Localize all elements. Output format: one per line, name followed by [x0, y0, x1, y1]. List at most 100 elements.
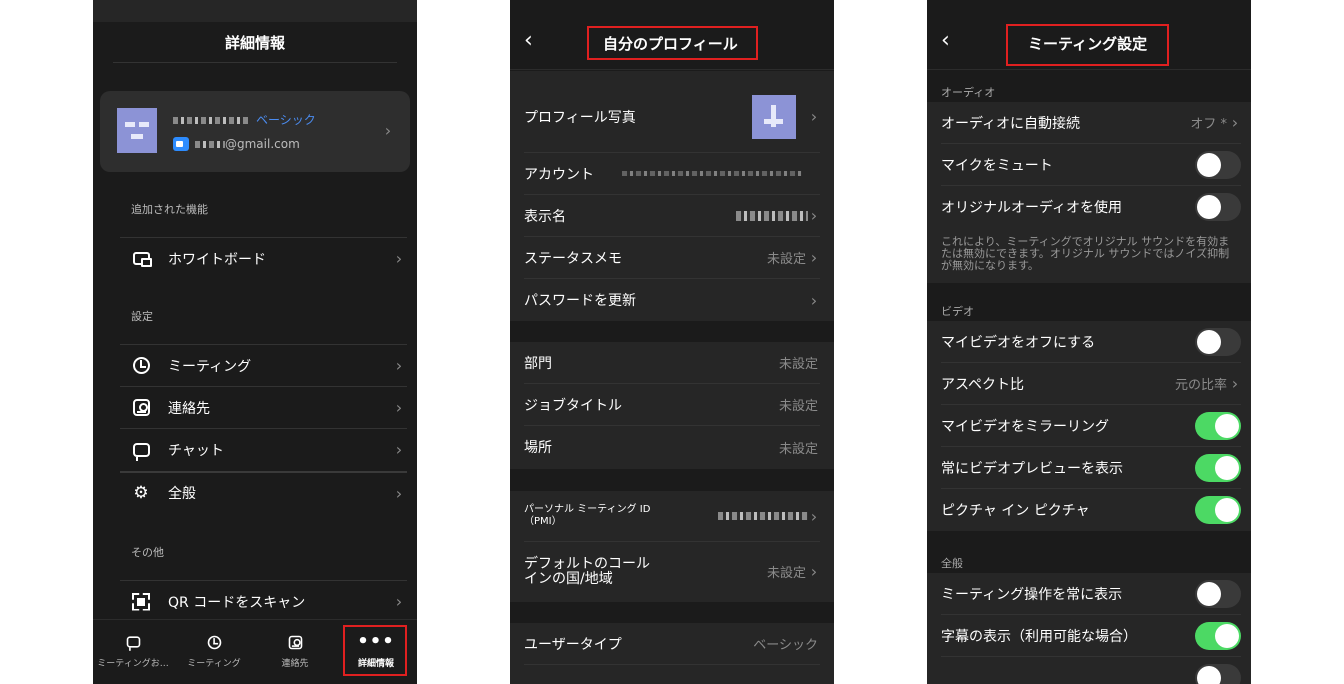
row-video-preview: 常にビデオプレビューを表示 — [941, 447, 1241, 489]
section-other: その他 — [131, 546, 164, 559]
chevron-right-icon: › — [395, 483, 403, 503]
profile-group-3: パーソナル ミーティング ID （PMI） › デフォルトのコール インの国/地… — [510, 491, 834, 602]
menu-item-chat[interactable]: チャット › — [120, 428, 407, 470]
always-controls-toggle[interactable] — [1195, 579, 1241, 608]
section-general: 全般 — [941, 557, 963, 570]
profile-card[interactable]: ベーシック @gmail.com › — [100, 91, 410, 172]
row-label: マイビデオをミラーリング — [941, 418, 1109, 435]
video-off-toggle[interactable] — [1195, 327, 1241, 356]
zoom-icon — [173, 137, 189, 151]
audio-group: オーディオに自動接続 オフ * › マイクをミュート オリジナルオーディオを使用… — [927, 102, 1251, 283]
menu-item-qr[interactable]: QR コードをスキャン › — [120, 580, 407, 622]
menu-label: ミーティング — [168, 358, 252, 375]
row-label: パーソナル ミーティング ID （PMI） — [524, 504, 718, 528]
tab-meetings[interactable]: ミーティング — [174, 632, 254, 669]
row-user-type: ユーザータイプ ベーシック — [524, 623, 820, 665]
chevron-right-icon: › — [395, 440, 403, 459]
chevron-right-icon: › — [810, 248, 818, 267]
profile-group-1: プロフィール写真 › アカウント 表示名 › ステータスメモ 未設定 › パスワ… — [510, 71, 834, 321]
menu-label: 連絡先 — [168, 400, 210, 417]
profile-group-2: 部門 未設定 ジョブタイトル 未設定 場所 未設定 — [510, 342, 834, 469]
highlight-box — [343, 625, 407, 676]
tab-team-chat[interactable]: ミーティングお… — [93, 632, 173, 669]
back-icon[interactable]: ‹ — [524, 28, 533, 53]
row-job-title[interactable]: ジョブタイトル 未設定 — [524, 384, 820, 426]
mute-mic-toggle[interactable] — [1195, 150, 1241, 179]
profile-screen: ‹ 自分のプロフィール プロフィール写真 › アカウント 表示名 › ステータス… — [510, 0, 834, 684]
captions-toggle[interactable] — [1195, 621, 1241, 650]
row-aspect-ratio[interactable]: アスペクト比 元の比率 › — [941, 363, 1241, 405]
original-audio-toggle[interactable] — [1195, 193, 1241, 221]
row-status[interactable]: ステータスメモ 未設定 › — [524, 237, 820, 279]
row-label: プロフィール写真 — [524, 109, 636, 126]
row-label: アカウント — [524, 166, 594, 183]
row-department[interactable]: 部門 未設定 — [524, 342, 820, 384]
gear-icon: ⚙ — [133, 483, 149, 503]
row-display-name[interactable]: 表示名 › — [524, 195, 820, 237]
divider — [113, 62, 397, 63]
back-icon[interactable]: ‹ — [941, 28, 950, 53]
menu-label: ホワイトボード — [168, 251, 266, 268]
menu-item-meeting[interactable]: ミーティング › — [120, 344, 407, 386]
section-video: ビデオ — [941, 305, 974, 318]
row-value: 元の比率 — [1174, 378, 1227, 393]
tab-label: ミーティング — [187, 659, 241, 669]
original-audio-note: これにより、ミーティングでオリジナル サウンドを有効または無効にできます。オリジ… — [941, 235, 1230, 272]
profile-group-4: ユーザータイプ ベーシック — [510, 623, 834, 684]
partial-toggle[interactable] — [1195, 664, 1241, 684]
row-value: 未設定 — [778, 441, 818, 457]
menu-label: QR コードをスキャン — [168, 594, 306, 611]
row-profile-photo[interactable]: プロフィール写真 › — [524, 81, 820, 153]
clock-icon — [132, 357, 150, 374]
profile-email: @gmail.com — [173, 137, 300, 151]
row-password[interactable]: パスワードを更新 › — [524, 279, 820, 321]
row-label: ピクチャ イン ピクチャ — [941, 503, 1090, 519]
chevron-right-icon: › — [395, 398, 403, 417]
menu-item-contacts[interactable]: 連絡先 › — [120, 386, 407, 428]
chat-icon — [132, 442, 150, 461]
section-settings: 設定 — [131, 310, 153, 323]
row-label: ユーザータイプ — [524, 636, 622, 653]
chevron-right-icon: › — [810, 506, 818, 526]
menu-label: チャット — [168, 442, 224, 459]
menu-item-general[interactable]: ⚙ 全般 › — [120, 471, 407, 513]
section-features: 追加された機能 — [131, 203, 208, 216]
section-audio: オーディオ — [941, 86, 996, 99]
callin-label-line2: インの国/地域 — [524, 570, 613, 587]
chevron-right-icon: › — [395, 356, 403, 375]
chevron-right-icon: › — [1231, 374, 1239, 393]
general-group: ミーティング操作を常に表示 字幕の表示（利用可能な場合） — [927, 573, 1251, 684]
tab-contacts[interactable]: 連絡先 — [255, 632, 335, 669]
row-label: 場所 — [524, 440, 552, 456]
page-title: 詳細情報 — [224, 34, 285, 52]
details-screen: 詳細情報 ベーシック @gmail.com › 追加された機能 ホワイトボード … — [93, 0, 417, 684]
clock-icon — [207, 635, 221, 649]
row-label: オリジナルオーディオを使用 — [941, 200, 1123, 216]
row-auto-connect-audio[interactable]: オーディオに自動接続 オフ * › — [941, 102, 1241, 144]
row-account[interactable]: アカウント — [524, 153, 820, 195]
row-label: マイビデオをオフにする — [941, 334, 1096, 351]
redacted-pmi — [718, 512, 808, 520]
row-location[interactable]: 場所 未設定 — [524, 426, 820, 468]
email-suffix: @gmail.com — [225, 137, 300, 151]
redacted-account — [622, 171, 802, 176]
menu-item-whiteboard[interactable]: ホワイトボード › — [120, 237, 407, 279]
row-mute-mic: マイクをミュート — [941, 144, 1241, 186]
row-partial — [941, 657, 1241, 684]
row-callin-country[interactable]: デフォルトのコール インの国/地域 未設定 › — [524, 542, 820, 601]
chevron-right-icon: › — [395, 249, 403, 268]
row-value: ベーシック — [753, 638, 818, 653]
pip-toggle[interactable] — [1195, 496, 1241, 524]
avatar — [117, 108, 157, 153]
row-pmi[interactable]: パーソナル ミーティング ID （PMI） › — [524, 491, 820, 542]
plan-badge: ベーシック — [256, 113, 316, 127]
row-label: 字幕の表示（利用可能な場合） — [941, 628, 1137, 645]
row-always-show-controls: ミーティング操作を常に表示 — [941, 573, 1241, 615]
mirror-video-toggle[interactable] — [1195, 411, 1241, 440]
row-value: 未設定 — [766, 252, 806, 267]
row-value: 未設定 — [778, 357, 818, 372]
highlight-box — [587, 26, 758, 60]
profile-name: ベーシック — [173, 111, 316, 128]
video-preview-toggle[interactable] — [1195, 453, 1241, 482]
redacted-name — [173, 117, 248, 124]
